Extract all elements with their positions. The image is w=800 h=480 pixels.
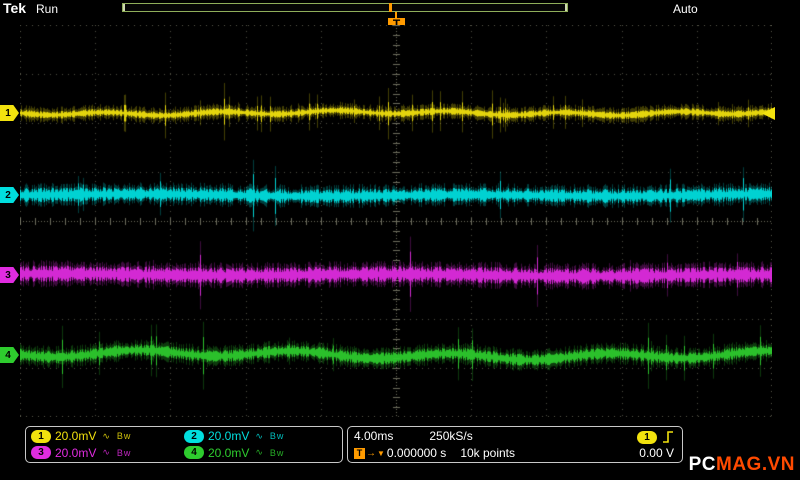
oscilloscope-screen: Tek Run Auto T 1 2 3 4 1 20.0mV ∿ Bᴡ 2 2… bbox=[0, 0, 800, 480]
channel-readouts-box: 1 20.0mV ∿ Bᴡ 2 20.0mV ∿ Bᴡ 3 20.0mV ∿ B… bbox=[25, 426, 343, 463]
channel-4-position-marker: 4 bbox=[0, 347, 19, 363]
channel-3-position-marker: 3 bbox=[0, 267, 19, 283]
record-view-bar bbox=[122, 3, 568, 12]
coupling-icon: ∿ bbox=[255, 447, 264, 458]
channel-2-badge: 2 bbox=[184, 429, 204, 443]
watermark-pc: PC bbox=[688, 454, 716, 475]
channel-1-readout: 1 20.0mV ∿ Bᴡ bbox=[31, 428, 184, 445]
coupling-icon: ∿ bbox=[102, 430, 111, 441]
channel-1-badge: 1 bbox=[31, 429, 51, 443]
channel-3-readout: 3 20.0mV ∿ Bᴡ bbox=[31, 445, 184, 462]
coupling-icon: ∿ bbox=[255, 430, 264, 441]
trigger-time-readout: 0.000000 s bbox=[386, 446, 447, 460]
graticule-area: 1 2 3 4 bbox=[0, 25, 775, 417]
channel-1-scale: 20.0mV bbox=[55, 429, 97, 444]
bandwidth-icon: Bᴡ bbox=[116, 431, 132, 442]
trigger-mode-label: Auto bbox=[673, 2, 698, 16]
rising-edge-icon bbox=[663, 431, 673, 443]
trigger-readouts: 1 0.00 V bbox=[637, 429, 674, 460]
arrow-right-icon: → bbox=[366, 447, 376, 459]
channel-2-position-marker: 2 bbox=[0, 187, 19, 203]
trigger-source-badge: 1 bbox=[637, 430, 657, 444]
channel-3-scale: 20.0mV bbox=[55, 445, 97, 460]
channel-2-scale: 20.0mV bbox=[208, 429, 250, 444]
record-length-readout: 10k points bbox=[460, 446, 516, 460]
bandwidth-icon: Bᴡ bbox=[116, 447, 132, 458]
channel-2-readout: 2 20.0mV ∿ Bᴡ bbox=[184, 428, 337, 445]
bandwidth-icon: Bᴡ bbox=[269, 447, 285, 458]
horizontal-readouts: 4.00ms 250kS/s T → ▼ 0.000000 s 10k poin… bbox=[354, 429, 515, 460]
sample-rate-readout: 250kS/s bbox=[429, 429, 473, 443]
trigger-time-icon: T bbox=[354, 447, 365, 459]
pcmag-watermark: PCMAG.VN bbox=[689, 454, 795, 476]
top-status-bar: Tek Run Auto bbox=[0, 0, 800, 16]
trigger-level-readout: 0.00 V bbox=[639, 446, 674, 460]
watermark-rest: MAG.VN bbox=[716, 454, 795, 475]
channel-4-readout: 4 20.0mV ∿ Bᴡ bbox=[184, 445, 337, 462]
channel-3-badge: 3 bbox=[31, 446, 51, 460]
channel-1-position-marker: 1 bbox=[0, 105, 19, 121]
triangle-down-icon: ▼ bbox=[377, 448, 385, 458]
coupling-icon: ∿ bbox=[102, 447, 111, 458]
horizontal-trigger-box: 4.00ms 250kS/s T → ▼ 0.000000 s 10k poin… bbox=[347, 426, 683, 463]
channel-4-scale: 20.0mV bbox=[208, 445, 250, 460]
timebase-readout: 4.00ms bbox=[354, 429, 394, 443]
acquisition-status: Run bbox=[36, 2, 59, 16]
waveform-display bbox=[20, 25, 772, 417]
bandwidth-icon: Bᴡ bbox=[269, 431, 285, 442]
tek-logo: Tek bbox=[3, 0, 27, 16]
channel-4-badge: 4 bbox=[184, 446, 204, 460]
trigger-marker-stem bbox=[395, 12, 397, 18]
trigger-position-tick bbox=[389, 3, 393, 12]
